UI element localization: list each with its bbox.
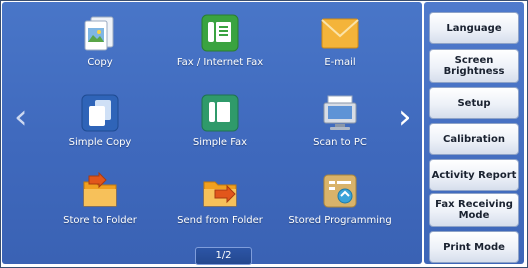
copy-icon <box>81 14 119 52</box>
app-store-to-folder[interactable]: Store to Folder <box>40 171 160 227</box>
setup-button[interactable]: Setup <box>429 87 519 119</box>
app-fax-internet-fax[interactable]: Fax / Internet Fax <box>160 14 280 69</box>
email-icon <box>321 14 359 52</box>
app-label: Send from Folder <box>177 215 263 226</box>
app-label: Store to Folder <box>63 215 137 226</box>
app-simple-fax[interactable]: Simple Fax <box>160 94 280 149</box>
app-email[interactable]: E-mail <box>280 14 400 69</box>
app-label: Stored Programming <box>288 215 392 226</box>
store-folder-icon <box>81 171 119 210</box>
next-page-arrow-icon[interactable]: › <box>398 100 412 134</box>
fax-icon <box>201 14 239 52</box>
stored-programming-icon <box>321 172 359 210</box>
app-simple-copy[interactable]: Simple Copy <box>40 94 160 149</box>
side-panel: Language Screen Brightness Setup Calibra… <box>424 2 524 264</box>
app-label: Scan to PC <box>313 137 367 148</box>
app-label: E-mail <box>324 57 356 68</box>
calibration-button[interactable]: Calibration <box>429 123 519 155</box>
fax-receiving-mode-button[interactable]: Fax Receiving Mode <box>429 193 519 227</box>
app-copy[interactable]: Copy <box>40 14 160 69</box>
app-label: Fax / Internet Fax <box>176 57 264 68</box>
home-panel: Copy Fax / Internet Fax E-mail Simple Co… <box>2 2 422 265</box>
activity-report-button[interactable]: Activity Report <box>429 159 519 191</box>
app-label: Simple Fax <box>192 137 248 148</box>
app-stored-programming[interactable]: Stored Programming <box>280 172 400 227</box>
screen-brightness-button[interactable]: Screen Brightness <box>429 49 519 83</box>
previous-page-arrow-icon[interactable]: ‹ <box>14 100 28 134</box>
app-scan-to-pc[interactable]: Scan to PC <box>280 94 400 149</box>
app-send-from-folder[interactable]: Send from Folder <box>160 172 280 227</box>
send-folder-icon <box>201 172 239 210</box>
simple-copy-icon <box>81 94 119 132</box>
app-label: Copy <box>87 57 113 68</box>
language-button[interactable]: Language <box>429 12 519 44</box>
app-label: Simple Copy <box>68 137 132 148</box>
page-indicator: 1/2 <box>195 247 252 265</box>
simple-fax-icon <box>201 94 239 132</box>
print-mode-button[interactable]: Print Mode <box>429 231 519 263</box>
scan-to-pc-icon <box>321 94 359 132</box>
